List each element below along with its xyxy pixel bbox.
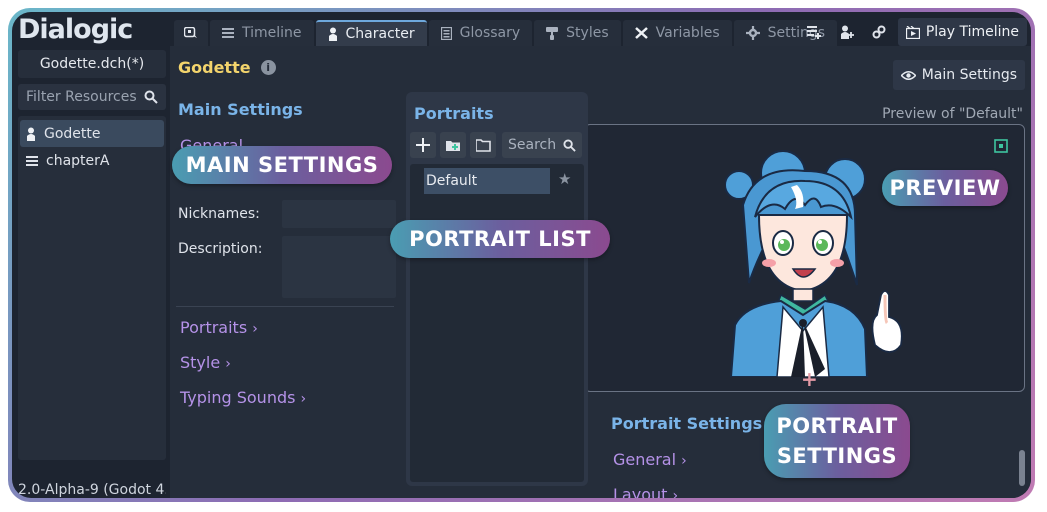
chevron-right-icon: › xyxy=(252,321,258,337)
dialogic-icon xyxy=(184,27,197,38)
chevron-right-icon: › xyxy=(681,453,687,469)
tab-label: Character xyxy=(345,26,415,42)
play-scene-icon xyxy=(905,25,920,39)
styles-icon xyxy=(546,26,559,40)
add-timeline-icon xyxy=(807,26,822,39)
info-icon[interactable]: i xyxy=(260,60,276,75)
link-button[interactable] xyxy=(866,19,892,45)
tab-home[interactable] xyxy=(174,20,208,46)
main-settings-button-label: Main Settings xyxy=(921,67,1017,83)
editor-window: Dialogic Godette.dch(*) Filter Resources… xyxy=(12,12,1031,498)
description-field[interactable] xyxy=(282,236,396,298)
overlay-portrait-settings-line2: SETTINGS xyxy=(776,444,898,468)
version-label: 2.0-Alpha-9 (Godot 4.1 xyxy=(18,482,166,498)
portraits-fold-label: Portraits xyxy=(180,318,248,337)
search-icon xyxy=(563,138,576,152)
character-name: Godette xyxy=(178,58,251,77)
resource-item-chaptera[interactable]: chapterA xyxy=(20,147,164,174)
character-icon xyxy=(27,127,35,141)
plus-icon xyxy=(416,138,430,152)
eye-icon xyxy=(900,70,916,80)
portrait-layout-fold[interactable]: Layout › xyxy=(613,485,678,498)
variables-icon xyxy=(634,27,648,39)
link-icon xyxy=(872,25,886,39)
new-character-button[interactable] xyxy=(834,19,860,45)
resource-list: Godette chapterA xyxy=(18,116,166,460)
add-portrait-button[interactable] xyxy=(410,132,436,158)
portrait-search-input[interactable]: Search xyxy=(502,132,582,158)
default-portrait-star-icon[interactable]: ★ xyxy=(558,170,571,188)
portrait-general-label: General xyxy=(613,450,677,469)
preview-label: Preview of "Default" xyxy=(882,106,1023,122)
portrait-settings-title: Portrait Settings xyxy=(611,414,763,433)
chevron-right-icon: › xyxy=(300,391,307,407)
nicknames-label: Nicknames: xyxy=(178,206,260,222)
tab-label: Timeline xyxy=(242,25,302,41)
overlay-portrait-settings-line1: PORTRAIT xyxy=(776,414,898,438)
settings-icon xyxy=(745,26,760,40)
typing-sounds-fold-label: Typing Sounds xyxy=(180,388,296,407)
description-label: Description: xyxy=(178,241,263,257)
tab-label: Variables xyxy=(655,25,720,41)
new-timeline-button[interactable] xyxy=(802,19,828,45)
overlay-main-settings: MAIN SETTINGS xyxy=(172,146,392,184)
current-file-name[interactable]: Godette.dch(*) xyxy=(18,50,166,78)
open-folder-button[interactable] xyxy=(470,132,496,158)
portrait-general-fold[interactable]: General › xyxy=(613,450,687,469)
portrait-preview: + xyxy=(584,124,1025,392)
portraits-panel: Portraits Search Default ★ xyxy=(406,92,588,486)
overlay-portrait-list: PORTRAIT LIST xyxy=(390,220,610,258)
tab-character[interactable]: Character xyxy=(315,20,427,46)
filter-placeholder: Filter Resources xyxy=(26,89,137,105)
overlay-preview: PREVIEW xyxy=(882,170,1008,206)
portrait-list: Default ★ xyxy=(410,164,584,482)
add-folder-button[interactable] xyxy=(440,132,466,158)
nicknames-field[interactable] xyxy=(282,200,396,228)
timeline-icon xyxy=(222,28,234,38)
chevron-right-icon: › xyxy=(225,356,231,372)
resource-item-godette[interactable]: Godette xyxy=(20,120,164,147)
tab-label: Glossary xyxy=(459,25,521,41)
filter-resources-input[interactable]: Filter Resources xyxy=(18,84,166,110)
resource-label: Godette xyxy=(44,125,101,142)
glossary-icon xyxy=(440,26,452,40)
tab-styles[interactable]: Styles xyxy=(534,20,621,46)
portrait-item-default[interactable]: Default xyxy=(424,168,550,194)
search-icon xyxy=(144,90,158,104)
character-name-heading: Godette i xyxy=(178,58,276,77)
character-icon xyxy=(328,27,337,41)
main-settings-button[interactable]: Main Settings xyxy=(892,60,1025,90)
play-timeline-label: Play Timeline xyxy=(925,24,1019,40)
folder-icon xyxy=(475,138,491,152)
window-frame: Dialogic Godette.dch(*) Filter Resources… xyxy=(8,8,1035,502)
style-fold[interactable]: Style › xyxy=(180,353,231,372)
portrait-layout-label: Layout xyxy=(613,485,668,498)
fit-toggle-icon[interactable] xyxy=(994,139,1008,153)
resource-label: chapterA xyxy=(46,152,110,169)
play-timeline-button[interactable]: Play Timeline xyxy=(897,18,1027,46)
typing-sounds-fold[interactable]: Typing Sounds › xyxy=(180,388,306,407)
scrollbar-thumb[interactable] xyxy=(1019,450,1025,486)
resource-sidebar: Godette.dch(*) Filter Resources Godette … xyxy=(18,50,166,498)
portraits-panel-title: Portraits xyxy=(414,104,494,123)
editor-tabs: Timeline Character Glossary Styles Varia… xyxy=(174,20,838,46)
dialogic-logo: Dialogic xyxy=(18,14,133,45)
origin-marker-icon: + xyxy=(801,367,818,391)
tab-glossary[interactable]: Glossary xyxy=(428,20,533,46)
add-folder-icon xyxy=(445,140,460,151)
tab-timeline[interactable]: Timeline xyxy=(210,20,314,46)
chevron-right-icon: › xyxy=(672,488,679,498)
top-toolbar: Play Timeline xyxy=(802,18,1027,46)
section-divider xyxy=(176,306,394,307)
timeline-icon xyxy=(26,155,38,166)
style-fold-label: Style xyxy=(180,353,221,372)
portrait-search-placeholder: Search xyxy=(508,137,557,153)
tab-label: Styles xyxy=(566,25,609,41)
portraits-fold[interactable]: Portraits › xyxy=(180,318,258,337)
add-character-icon xyxy=(840,25,854,39)
tab-variables[interactable]: Variables xyxy=(622,20,732,46)
main-settings-title: Main Settings xyxy=(178,100,303,119)
overlay-portrait-settings: PORTRAIT SETTINGS xyxy=(764,404,910,478)
